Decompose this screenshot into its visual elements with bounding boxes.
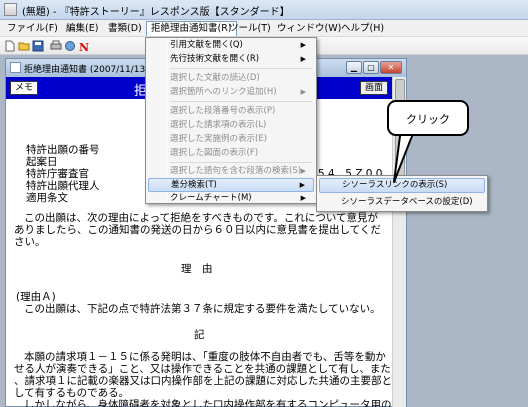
menu-window[interactable]: ウィンドウ(W) xyxy=(273,21,345,36)
diff-search-submenu: シソーラスリンクの表示(S) シソーラスデータベースの設定(D) xyxy=(316,175,488,212)
menu-item-diff-search[interactable]: 差分検索(T) ▶ xyxy=(148,178,314,192)
ki-label: 記 xyxy=(194,329,205,341)
field-drafting-date: 起案日 xyxy=(26,156,58,168)
open-folder-icon[interactable] xyxy=(18,40,30,52)
menu-item-search-paragraphs[interactable]: 選択した語句を含む段落の検索(S) ▶ xyxy=(148,164,314,178)
menu-item-label: 選択した文献の読込(D) xyxy=(170,73,260,83)
menu-help[interactable]: ヘルプ(H) xyxy=(337,21,388,36)
maximize-button[interactable]: ▢ xyxy=(363,61,379,74)
field-agent: 特許出願代理人 xyxy=(26,180,100,192)
submenu-item-thesaurus-link[interactable]: シソーラスリンクの表示(S) xyxy=(319,178,485,193)
menu-item-label: 選択した図面の表示(F) xyxy=(170,148,259,158)
body-line: して有するものである。 xyxy=(14,387,130,399)
menu-item-label: クレームチャート(M) xyxy=(170,193,252,203)
submenu-arrow-icon: ▶ xyxy=(300,167,306,175)
body-line: 、請求項１に記載の楽器又は口内操作部を上記の課題に対応した共通の主要部と xyxy=(14,375,392,387)
paragraph-line: この出願は、次の理由によって拒絶をすべきものです。これについて意見が xyxy=(24,212,379,224)
click-callout: クリック xyxy=(387,100,469,136)
body-line: せる人が演奏できる」こと、又は操作できることを共通の課題として有し、また xyxy=(14,363,391,375)
new-file-icon[interactable] xyxy=(4,40,16,52)
save-icon[interactable] xyxy=(32,40,44,52)
menu-edit[interactable]: 編集(E) xyxy=(62,21,102,36)
menu-item-label: 選択した実施例の表示(E) xyxy=(170,134,268,144)
submenu-arrow-icon: ▶ xyxy=(300,55,306,63)
menu-item-load-selected-doc[interactable]: 選択した文献の読込(D) xyxy=(148,71,314,85)
menu-item-label: 差分検索(T) xyxy=(171,180,217,190)
menu-item-label: 引用文献を開く(Q) xyxy=(170,40,243,50)
window-title: (無題) - 『特許ストーリー』レスポンス版【スタンダード】 xyxy=(22,7,290,18)
menu-item-open-cited-docs[interactable]: 引用文献を開く(Q) ▶ xyxy=(148,38,314,52)
title-bar: (無題) - 『特許ストーリー』レスポンス版【スタンダード】 xyxy=(0,0,528,20)
submenu-arrow-icon: ▶ xyxy=(299,181,305,189)
submenu-arrow-icon: ▶ xyxy=(300,194,306,202)
body-line: 本願の請求項１－１５に係る発明は、「重度の肢体不自由者でも、舌等を動か xyxy=(24,351,386,363)
menu-item-label: 選択した語句を含む段落の検索(S) xyxy=(170,166,302,176)
menu-item-show-embodiment[interactable]: 選択した実施例の表示(E) xyxy=(148,132,314,146)
close-button[interactable]: ✕ xyxy=(380,61,402,74)
body-line: しかしながら、身体障碍者を対象とした口内操作部を有するコンピュータ用の xyxy=(24,399,392,407)
field-application-number: 特許出願の番号 xyxy=(26,144,100,156)
menu-tools[interactable]: ツール(T) xyxy=(225,21,275,36)
n-logo-icon[interactable]: N xyxy=(78,40,90,52)
minimize-button[interactable]: ▁ xyxy=(346,61,362,74)
menu-item-add-link[interactable]: 選択箇所へのリンク追加(H) ▶ xyxy=(148,85,314,99)
rejection-notice-dropdown: 引用文献を開く(Q) ▶ 先行技術文献を開く(R) ▶ 選択した文献の読込(D) 選… xyxy=(145,37,317,204)
menu-rejection-notice[interactable]: 拒絶理由通知書(R) xyxy=(146,21,237,36)
submenu-arrow-icon: ▶ xyxy=(300,88,306,96)
app-icon xyxy=(4,3,17,16)
menu-item-label: 選択した段落番号の表示(P) xyxy=(170,106,276,116)
svg-text:N: N xyxy=(79,41,89,52)
reason-a-label: (理由Ａ) xyxy=(16,291,56,303)
paragraph-line: ありましたら、この通知書の発送の日から６０日以内に意見書を提出してくだ xyxy=(14,224,381,236)
menu-item-claim-chart[interactable]: クレームチャート(M) ▶ xyxy=(148,191,314,205)
submenu-item-thesaurus-db-settings[interactable]: シソーラスデータベースの設定(D) xyxy=(319,195,485,210)
settings-icon[interactable] xyxy=(64,40,76,52)
submenu-arrow-icon: ▶ xyxy=(300,41,306,49)
reason-heading: 理 由 xyxy=(181,263,213,275)
field-applicable-articles: 適用条文 xyxy=(26,192,68,204)
menu-item-label: 選択箇所へのリンク追加(H) xyxy=(170,87,277,97)
menu-separator xyxy=(170,101,312,102)
menu-separator xyxy=(170,162,312,163)
menu-item-label: 選択した請求項の表示(L) xyxy=(170,120,267,130)
print-icon[interactable] xyxy=(50,40,62,52)
menu-item-show-paragraph[interactable]: 選択した段落番号の表示(P) xyxy=(148,104,314,118)
menu-documents[interactable]: 書類(D) xyxy=(104,21,146,36)
callout-text: クリック xyxy=(406,113,450,126)
menu-item-open-prior-art[interactable]: 先行技術文献を開く(R) ▶ xyxy=(148,52,314,66)
menu-bar: ファイル(F) 編集(E) 書類(D) 拒絶理由通知書(R) ツール(T) ウィ… xyxy=(0,20,528,37)
field-examiner: 特許庁審査官 xyxy=(26,168,89,180)
paragraph-line: さい。 xyxy=(14,236,46,248)
menu-separator xyxy=(170,68,312,69)
menu-item-label: 先行技術文献を開く(R) xyxy=(170,54,260,64)
reason-a-text: この出願は、下記の点で特許法第３７条に規定する要件を満たしていない。 xyxy=(24,303,381,315)
screen-button[interactable]: 画面 xyxy=(360,81,388,95)
menu-file[interactable]: ファイル(F) xyxy=(3,21,62,36)
menu-item-show-claim[interactable]: 選択した請求項の表示(L) xyxy=(148,118,314,132)
menu-item-show-drawing[interactable]: 選択した図面の表示(F) xyxy=(148,146,314,160)
document-icon xyxy=(10,62,21,73)
document-title: 拒絶理由通知書 (2007/11/13) xyxy=(24,65,149,75)
memo-button[interactable]: メモ xyxy=(10,81,38,95)
